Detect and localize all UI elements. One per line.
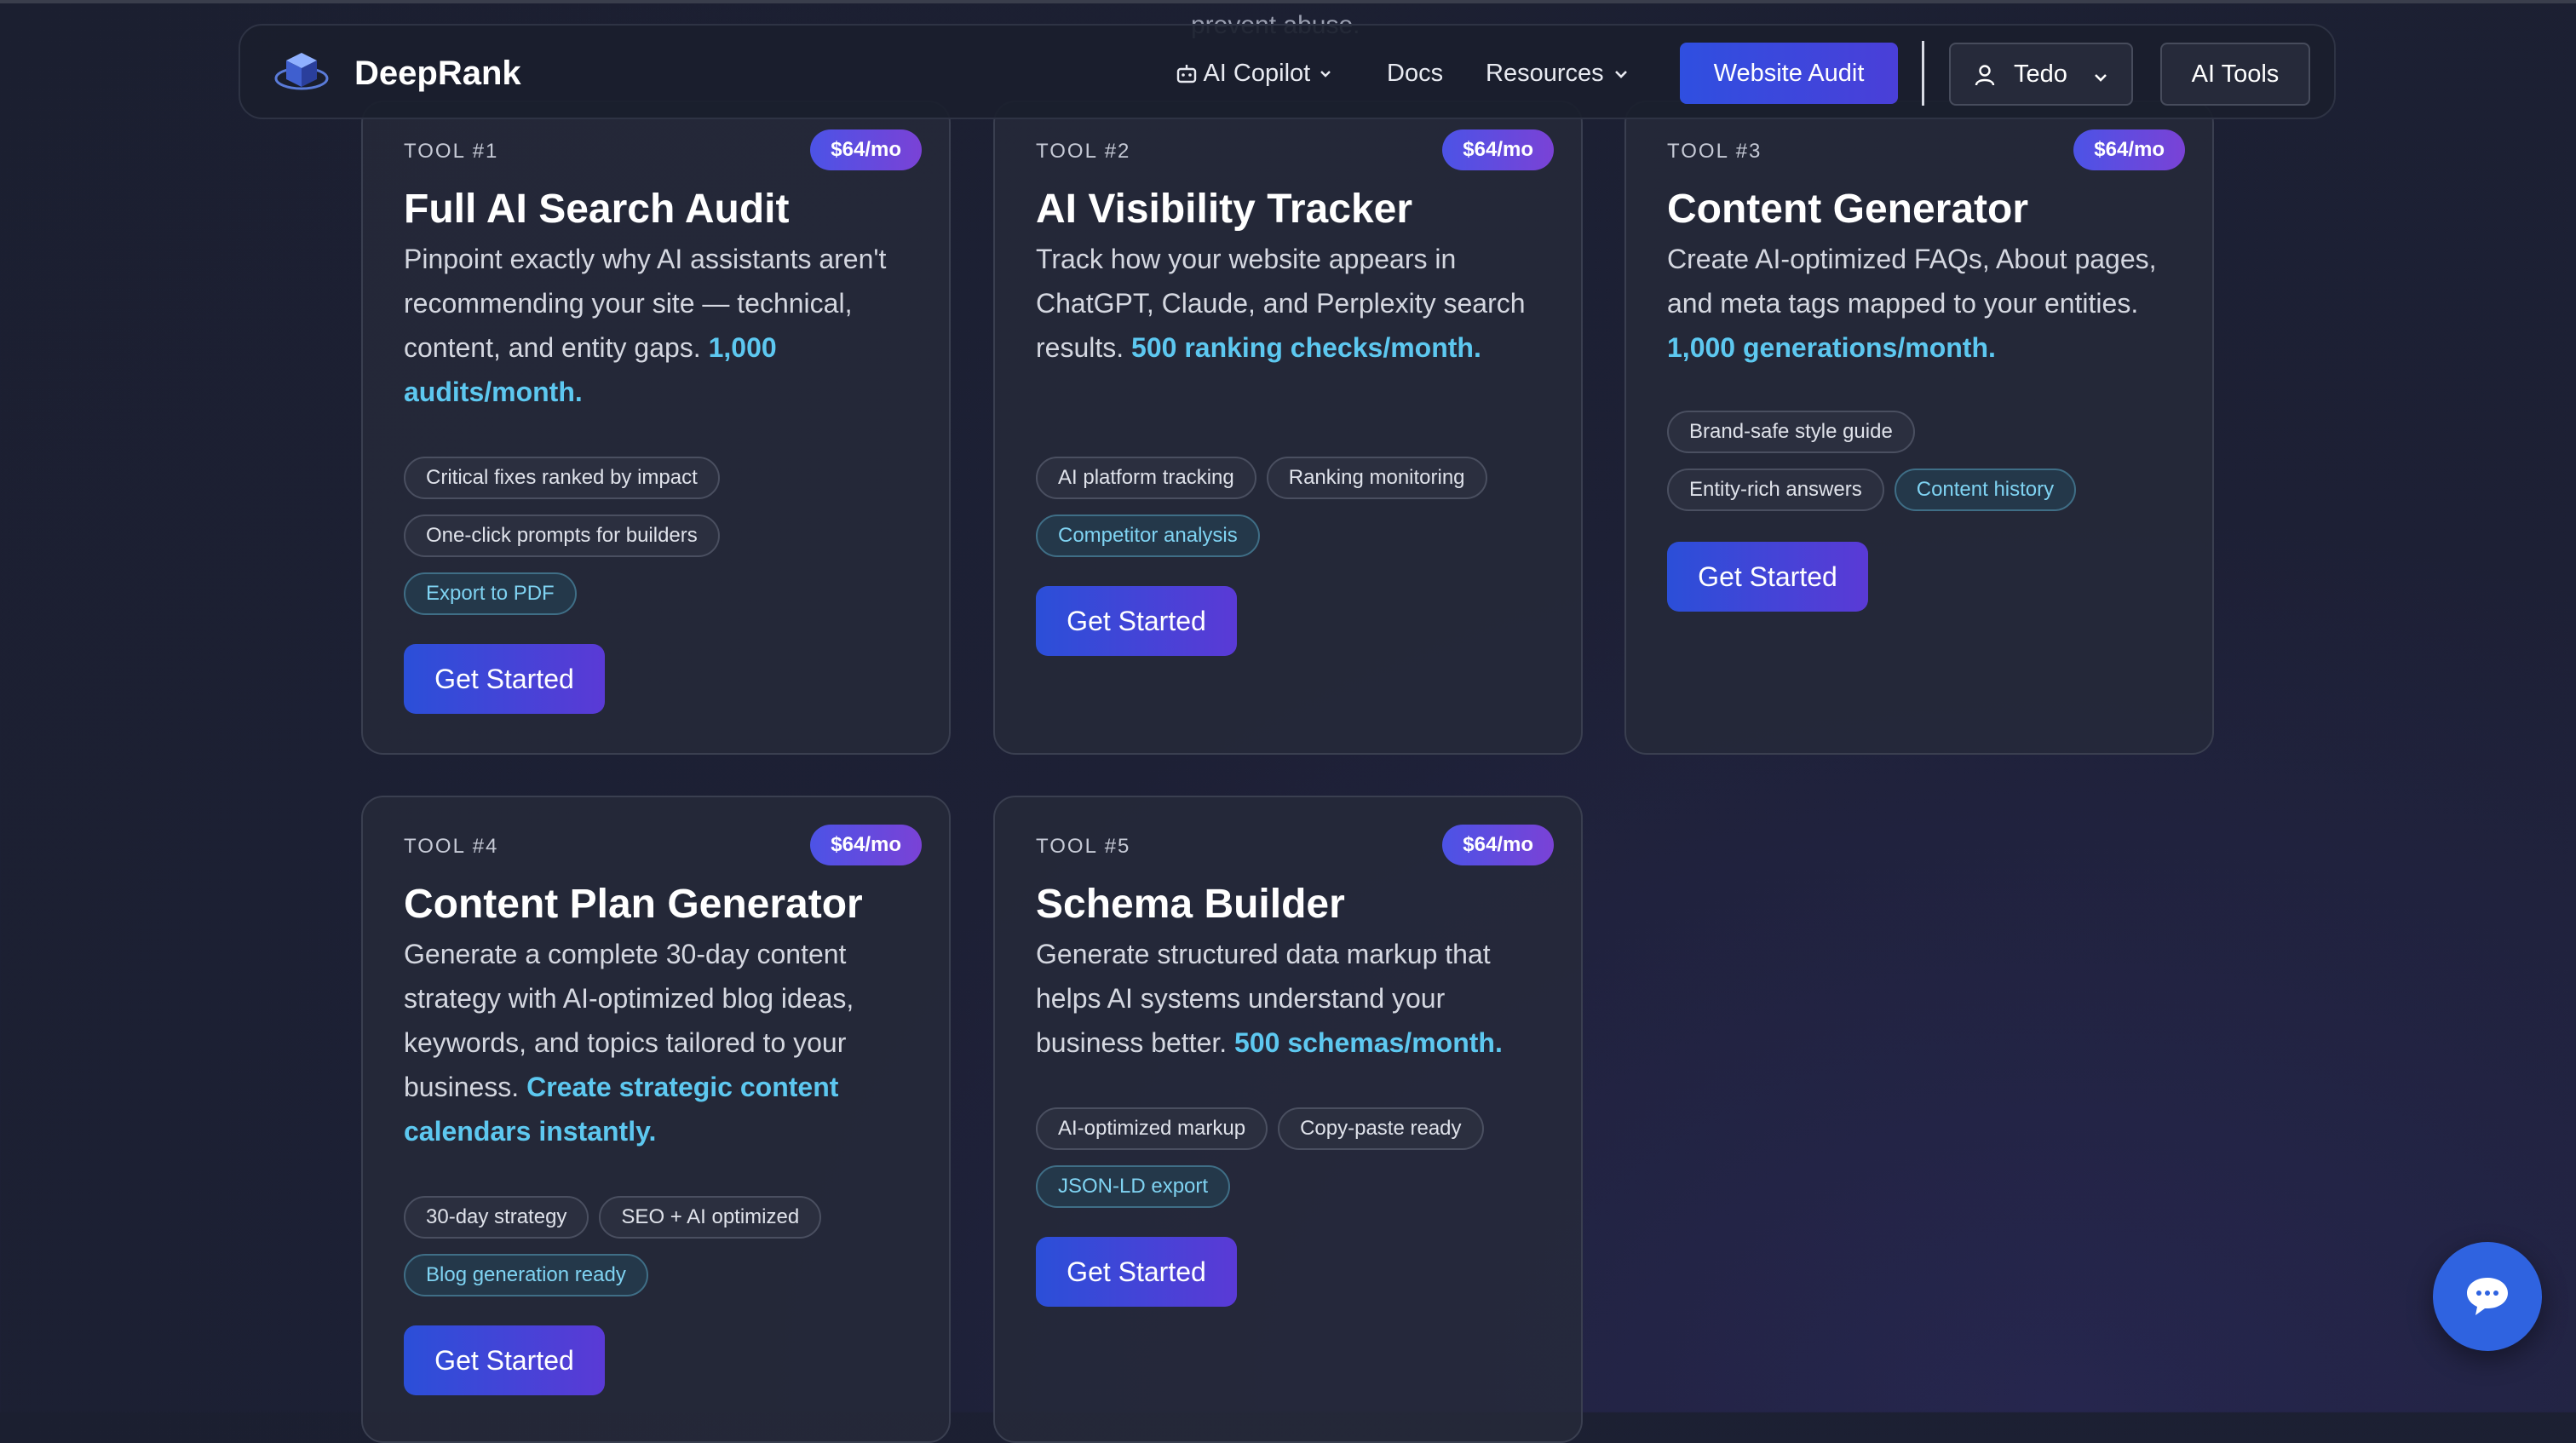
feature-tag-accent: JSON-LD export: [1036, 1165, 1231, 1208]
tool-card-1: TOOL #1 $64/mo Full AI Search Audit Pinp…: [361, 101, 951, 755]
nav-ai-copilot-label: AI Copilot: [1203, 60, 1311, 87]
user-name: Tedo: [2014, 60, 2067, 88]
ai-tools-button[interactable]: AI Tools: [2160, 43, 2310, 106]
nav-resources-label: Resources: [1486, 60, 1604, 87]
chevron-down-icon: [1317, 60, 1334, 87]
feature-tag: Brand-safe style guide: [1667, 411, 1915, 453]
brand-name[interactable]: DeepRank: [354, 51, 521, 95]
feature-tag: SEO + AI optimized: [599, 1196, 822, 1239]
tool-highlight: 500 schemas/month.: [1234, 1027, 1503, 1058]
user-menu-button[interactable]: Tedo: [1949, 43, 2133, 106]
feature-tag: Entity-rich answers: [1667, 469, 1884, 511]
nav-divider: [1922, 41, 1924, 106]
tool-title: Schema Builder: [1036, 882, 1345, 927]
feature-tag-accent: Export to PDF: [404, 572, 577, 615]
tool-number: TOOL #1: [404, 140, 499, 163]
feature-tags: Critical fixes ranked by impact One-clic…: [404, 457, 932, 630]
tool-description: Generate structured data markup that hel…: [1036, 939, 1503, 1058]
navbar: DeepRank AI Copilot Docs Resources Websi…: [239, 24, 2336, 119]
get-started-button[interactable]: Get Started: [1036, 1237, 1237, 1307]
tool-description: Create AI-optimized FAQs, About pages, a…: [1667, 244, 2157, 363]
chevron-down-icon: [1611, 60, 1631, 87]
website-audit-button[interactable]: Website Audit: [1680, 43, 1898, 104]
feature-tag: AI platform tracking: [1036, 457, 1256, 499]
tool-card-5: TOOL #5 $64/mo Schema Builder Generate s…: [993, 796, 1583, 1443]
feature-tag-accent: Blog generation ready: [404, 1254, 648, 1296]
tool-title: Full AI Search Audit: [404, 187, 790, 232]
feature-tags: AI platform tracking Ranking monitoring C…: [1036, 457, 1564, 572]
chevron-down-icon: [2090, 66, 2111, 95]
feature-tag: Copy-paste ready: [1278, 1107, 1484, 1150]
tool-description: Track how your website appears in ChatGP…: [1036, 244, 1526, 363]
get-started-button[interactable]: Get Started: [404, 1325, 605, 1395]
feature-tag: Critical fixes ranked by impact: [404, 457, 720, 499]
tool-card-3: TOOL #3 $64/mo Content Generator Create …: [1624, 101, 2214, 755]
tool-number: TOOL #3: [1667, 140, 1762, 163]
feature-tags: AI-optimized markup Copy-paste ready JSON…: [1036, 1107, 1564, 1223]
get-started-button[interactable]: Get Started: [404, 644, 605, 714]
feature-tags: Brand-safe style guide Entity-rich answe…: [1667, 411, 2195, 526]
tool-card-4: TOOL #4 $64/mo Content Plan Generator Ge…: [361, 796, 951, 1443]
get-started-button[interactable]: Get Started: [1667, 542, 1868, 612]
price-badge: $64/mo: [810, 825, 922, 865]
feature-tag: AI-optimized markup: [1036, 1107, 1268, 1150]
tool-card-2: TOOL #2 $64/mo AI Visibility Tracker Tra…: [993, 101, 1583, 755]
price-badge: $64/mo: [2073, 129, 2185, 170]
feature-tag: 30-day strategy: [404, 1196, 589, 1239]
feature-tag: One-click prompts for builders: [404, 515, 720, 557]
tool-number: TOOL #5: [1036, 835, 1131, 858]
tool-highlight: 500 ranking checks/month.: [1131, 332, 1481, 363]
tool-description: Generate a complete 30-day content strat…: [404, 939, 854, 1147]
cube-logo-icon[interactable]: [274, 48, 329, 95]
tool-number: TOOL #2: [1036, 140, 1131, 163]
tool-highlight: 1,000 generations/month.: [1667, 332, 1996, 363]
top-border: [0, 0, 2576, 3]
price-badge: $64/mo: [1442, 129, 1554, 170]
nav-resources[interactable]: Resources: [1486, 51, 1631, 95]
tool-number: TOOL #4: [404, 835, 499, 858]
feature-tag-accent: Competitor analysis: [1036, 515, 1260, 557]
price-badge: $64/mo: [810, 129, 922, 170]
tool-title: AI Visibility Tracker: [1036, 187, 1413, 232]
user-icon: [1973, 63, 1997, 94]
feature-tag: Ranking monitoring: [1266, 457, 1487, 499]
nav-docs[interactable]: Docs: [1387, 51, 1443, 95]
tool-title: Content Generator: [1667, 187, 2029, 232]
feature-tag-accent: Content history: [1894, 469, 2077, 511]
get-started-button[interactable]: Get Started: [1036, 586, 1237, 656]
chat-button[interactable]: [2433, 1242, 2542, 1351]
price-badge: $64/mo: [1442, 825, 1554, 865]
tool-description: Pinpoint exactly why AI assistants aren'…: [404, 244, 887, 407]
feature-tags: 30-day strategy SEO + AI optimized Blog g…: [404, 1196, 932, 1312]
nav-ai-copilot[interactable]: AI Copilot: [1176, 51, 1334, 95]
tool-title: Content Plan Generator: [404, 882, 863, 927]
robot-icon: [1176, 60, 1198, 87]
